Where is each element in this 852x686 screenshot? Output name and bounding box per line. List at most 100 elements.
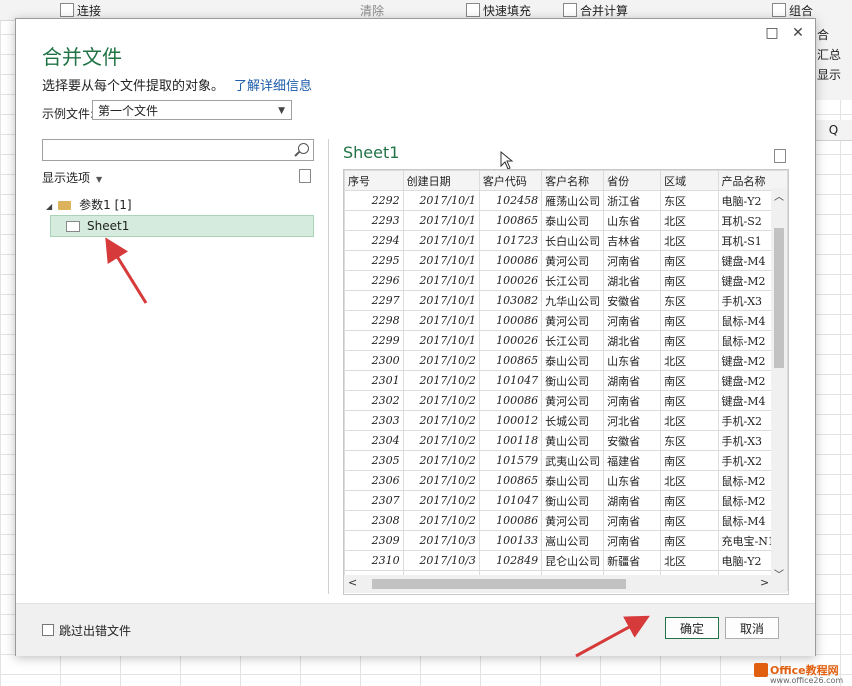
table-cell[interactable]: 100026	[478, 270, 543, 291]
table-cell[interactable]: 2293	[344, 210, 404, 231]
table-cell[interactable]: 2017/10/2	[402, 470, 480, 491]
table-cell[interactable]: 北区	[660, 550, 719, 571]
table-cell[interactable]: 100086	[478, 510, 543, 531]
table-row[interactable]: 2300 2017/10/2 100865 泰山公司 山东省 北区 键盘-M2	[344, 350, 788, 371]
table-row[interactable]: 2303 2017/10/2 100012 长城公司 河北省 北区 手机-X2	[344, 410, 788, 431]
chevron-down-icon[interactable]: ﹀	[771, 566, 787, 581]
search-input[interactable]	[42, 139, 314, 161]
vertical-scrollbar[interactable]: ︿ ﹀	[771, 188, 787, 593]
ribbon-side-item[interactable]: 汇总	[817, 46, 841, 63]
table-cell[interactable]: 100086	[478, 250, 543, 271]
table-cell[interactable]: 南区	[660, 310, 719, 331]
table-row[interactable]: 2302 2017/10/2 100086 黄河公司 河南省 南区 键盘-M4	[344, 390, 788, 411]
ribbon-side-item[interactable]: 合	[817, 26, 829, 43]
refresh-icon[interactable]	[774, 149, 786, 163]
table-cell[interactable]: 长江公司	[541, 270, 605, 291]
table-cell[interactable]: 东区	[660, 430, 719, 451]
table-cell[interactable]: 安徽省	[603, 430, 662, 451]
table-cell[interactable]: 2017/10/2	[402, 510, 480, 531]
table-row[interactable]: 2294 2017/10/1 101723 长白山公司 吉林省 北区 耳机-S1	[344, 230, 788, 251]
table-cell[interactable]: 浙江省	[603, 190, 662, 211]
table-cell[interactable]: 衡山公司	[541, 490, 605, 511]
table-cell[interactable]: 黄河公司	[541, 310, 605, 331]
connect-button[interactable]: 连接	[60, 2, 101, 19]
table-cell[interactable]: 安徽省	[603, 290, 662, 311]
table-cell[interactable]: 山东省	[603, 210, 662, 231]
column-header[interactable]: 客户名称	[541, 170, 605, 191]
table-cell[interactable]: 河南省	[603, 390, 662, 411]
horizontal-scrollbar[interactable]: < >	[344, 575, 771, 593]
table-cell[interactable]: 2300	[344, 350, 404, 371]
table-cell[interactable]: 新疆省	[603, 550, 662, 571]
table-cell[interactable]: 2017/10/2	[402, 430, 480, 451]
cancel-button[interactable]: 取消	[725, 617, 779, 639]
table-cell[interactable]: 北区	[660, 230, 719, 251]
table-cell[interactable]: 2017/10/2	[402, 390, 480, 411]
table-cell[interactable]: 2017/10/1	[402, 330, 480, 351]
table-cell[interactable]: 100865	[478, 210, 543, 231]
table-row[interactable]: 2293 2017/10/1 100865 泰山公司 山东省 北区 耳机-S2	[344, 210, 788, 231]
table-cell[interactable]: 南区	[660, 270, 719, 291]
column-header[interactable]: 客户代码	[478, 170, 543, 191]
table-cell[interactable]: 黄山公司	[541, 430, 605, 451]
close-icon[interactable]: ✕	[788, 23, 808, 43]
table-cell[interactable]: 2303	[344, 410, 404, 431]
table-row[interactable]: 2301 2017/10/2 101047 衡山公司 湖南省 南区 键盘-M2	[344, 370, 788, 391]
group-button[interactable]: 组合	[772, 2, 813, 19]
search-icon[interactable]	[298, 143, 309, 154]
table-cell[interactable]: 衡山公司	[541, 370, 605, 391]
table-row[interactable]: 2299 2017/10/1 100026 长江公司 湖北省 南区 鼠标-M2	[344, 330, 788, 351]
table-row[interactable]: 2307 2017/10/2 101047 衡山公司 湖南省 南区 鼠标-M2	[344, 490, 788, 511]
table-row[interactable]: 2296 2017/10/1 100026 长江公司 湖北省 南区 键盘-M2	[344, 270, 788, 291]
table-cell[interactable]: 长城公司	[541, 410, 605, 431]
scrollbar-thumb[interactable]	[372, 579, 626, 589]
table-cell[interactable]: 南区	[660, 490, 719, 511]
table-cell[interactable]: 2306	[344, 470, 404, 491]
table-cell[interactable]: 雁荡山公司	[541, 190, 605, 211]
table-cell[interactable]: 九华山公司	[541, 290, 605, 311]
table-cell[interactable]: 河南省	[603, 510, 662, 531]
table-cell[interactable]: 湖北省	[603, 330, 662, 351]
table-row[interactable]: 2310 2017/10/3 102849 昆仑山公司 新疆省 北区 电脑-Y2	[344, 550, 788, 571]
table-row[interactable]: 2304 2017/10/2 100118 黄山公司 安徽省 东区 手机-X3	[344, 430, 788, 451]
scrollbar-thumb[interactable]	[774, 228, 784, 368]
table-cell[interactable]: 2294	[344, 230, 404, 251]
table-row[interactable]: 2298 2017/10/1 100086 黄河公司 河南省 南区 鼠标-M4	[344, 310, 788, 331]
table-cell[interactable]: 2296	[344, 270, 404, 291]
clear-button[interactable]: 清除	[360, 2, 384, 19]
chevron-up-icon[interactable]: ︿	[771, 188, 787, 203]
table-row[interactable]: 2305 2017/10/2 101579 武夷山公司 福建省 南区 手机-X2	[344, 450, 788, 471]
column-header[interactable]: 序号	[344, 170, 404, 191]
flash-fill-button[interactable]: 快速填充	[466, 2, 531, 19]
table-cell[interactable]: 2017/10/1	[402, 210, 480, 231]
table-cell[interactable]: 泰山公司	[541, 470, 605, 491]
table-cell[interactable]: 2302	[344, 390, 404, 411]
table-cell[interactable]: 2017/10/2	[402, 370, 480, 391]
table-cell[interactable]: 黄河公司	[541, 510, 605, 531]
table-cell[interactable]: 100865	[478, 350, 543, 371]
table-cell[interactable]: 2017/10/2	[402, 490, 480, 511]
skip-errors-checkbox[interactable]: 跳过出错文件	[42, 622, 131, 639]
table-cell[interactable]: 2309	[344, 530, 404, 551]
table-cell[interactable]: 昆仑山公司	[541, 550, 605, 571]
table-cell[interactable]: 102458	[478, 190, 543, 211]
table-cell[interactable]: 2017/10/2	[402, 450, 480, 471]
chevron-left-icon[interactable]: <	[348, 576, 357, 589]
table-cell[interactable]: 北区	[660, 210, 719, 231]
table-cell[interactable]: 2017/10/1	[402, 230, 480, 251]
column-header-q[interactable]: Q	[815, 120, 852, 141]
table-cell[interactable]: 2310	[344, 550, 404, 571]
table-cell[interactable]: 南区	[660, 510, 719, 531]
table-cell[interactable]: 南区	[660, 530, 719, 551]
column-header[interactable]: 区域	[660, 170, 719, 191]
table-cell[interactable]: 2017/10/1	[402, 310, 480, 331]
table-cell[interactable]: 2307	[344, 490, 404, 511]
table-row[interactable]: 2309 2017/10/3 100133 嵩山公司 河南省 南区 充电宝-N1	[344, 530, 788, 551]
table-cell[interactable]: 南区	[660, 390, 719, 411]
table-cell[interactable]: 东区	[660, 190, 719, 211]
table-row[interactable]: 2306 2017/10/2 100865 泰山公司 山东省 北区 鼠标-M2	[344, 470, 788, 491]
table-cell[interactable]: 2308	[344, 510, 404, 531]
table-cell[interactable]: 100133	[478, 530, 543, 551]
table-cell[interactable]: 南区	[660, 450, 719, 471]
table-cell[interactable]: 吉林省	[603, 230, 662, 251]
